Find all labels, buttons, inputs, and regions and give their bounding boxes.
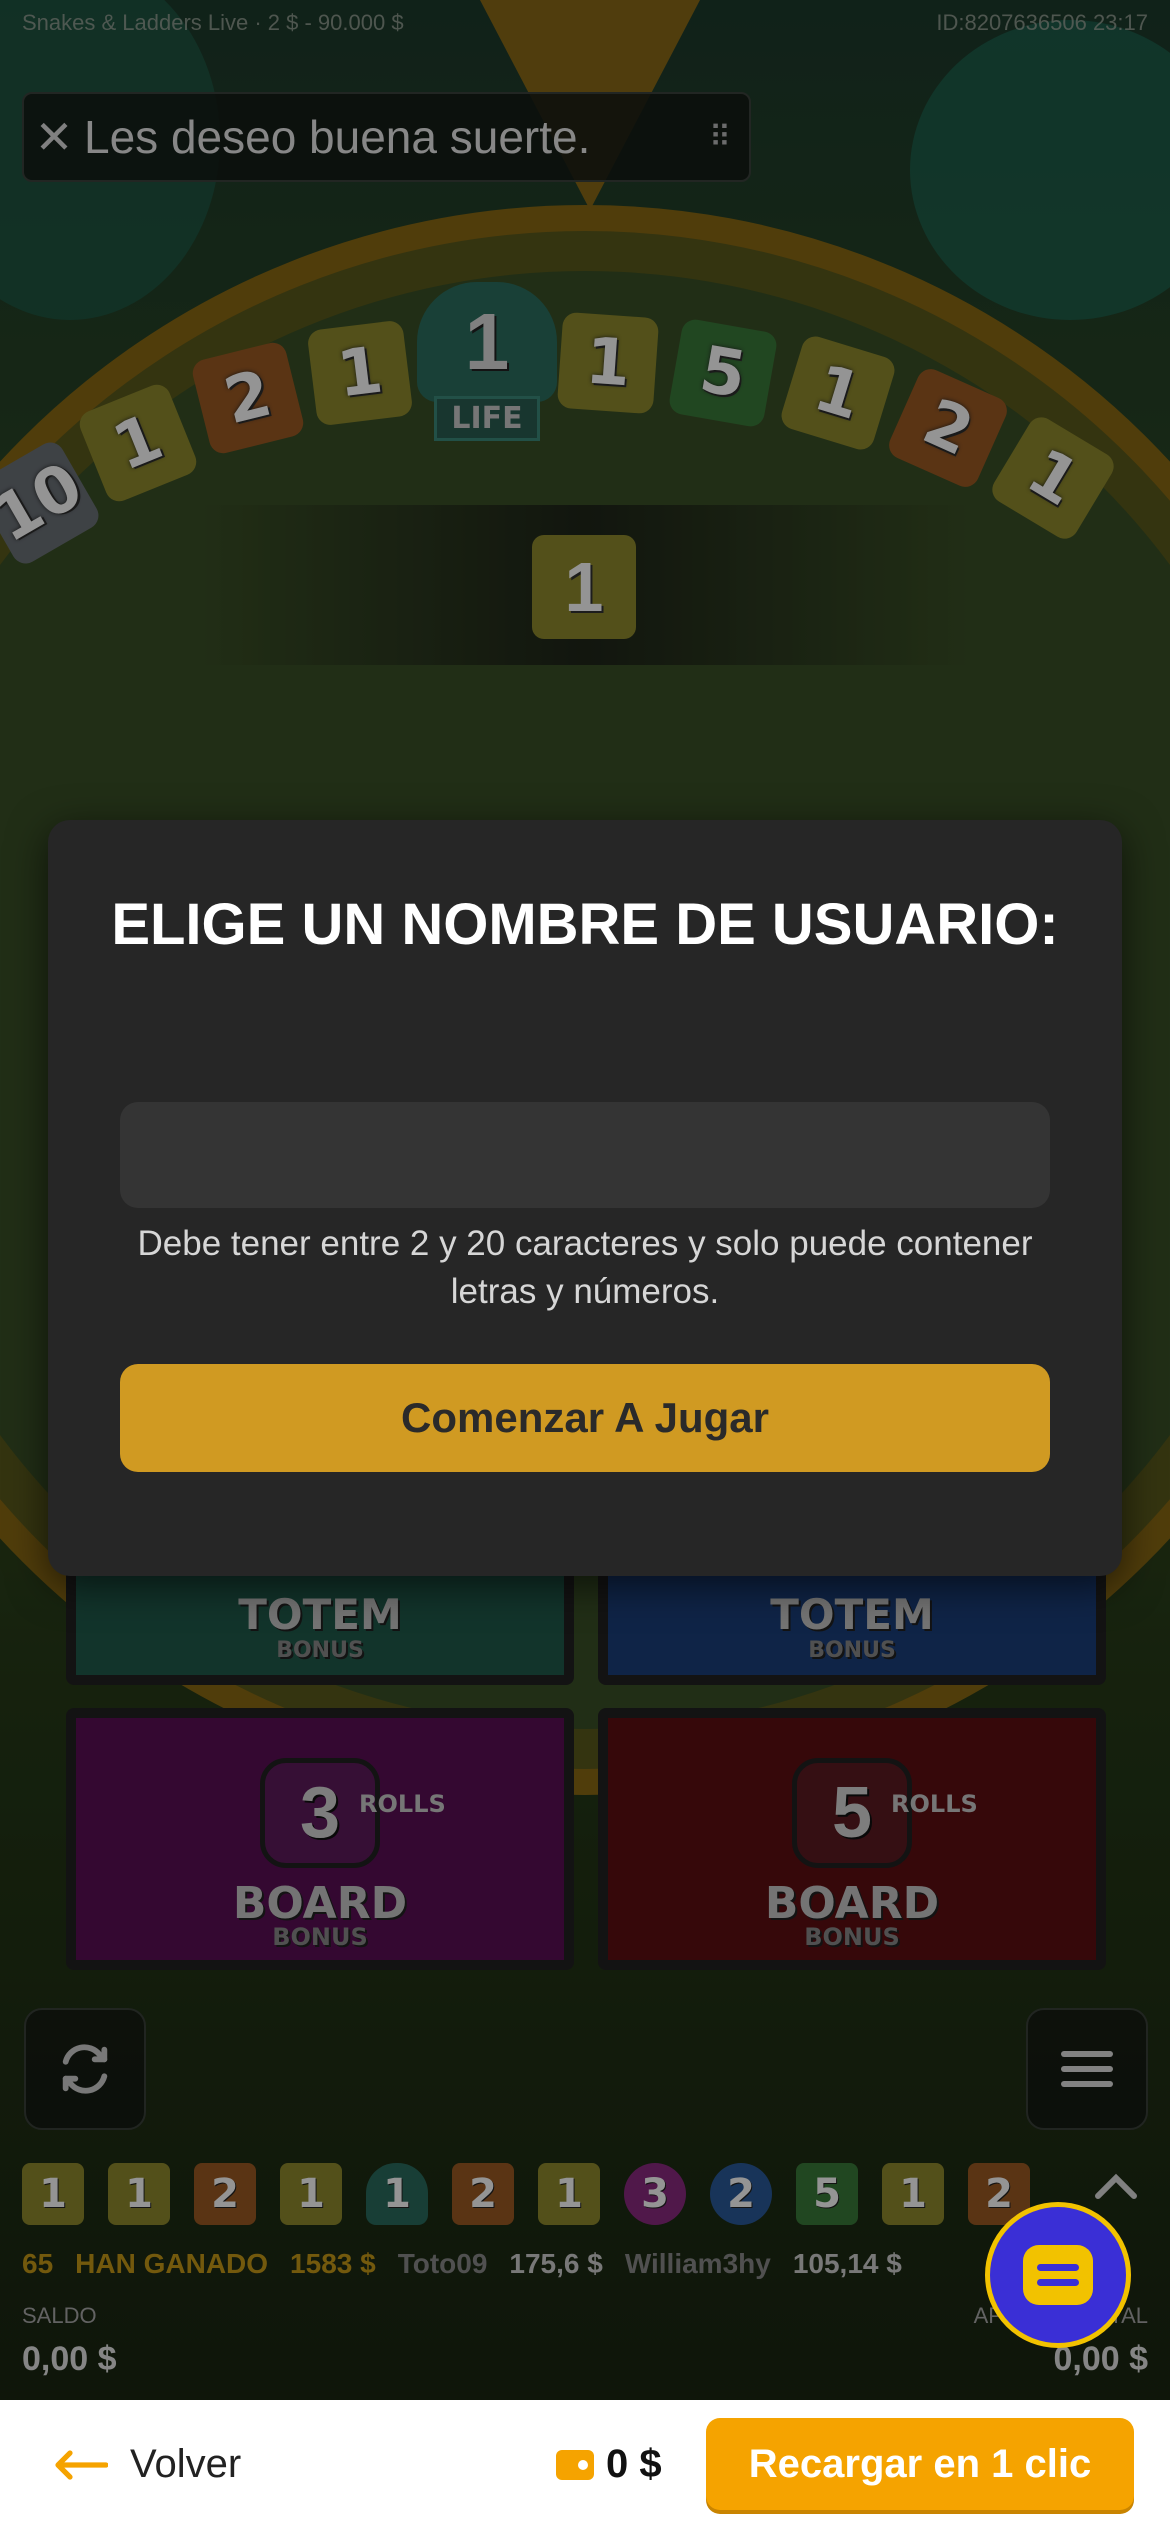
username-hint: Debe tener entre 2 y 20 caracteres y sol… xyxy=(137,1224,1033,1311)
chat-bubble-icon xyxy=(1023,2245,1093,2305)
back-label: Volver xyxy=(130,2442,242,2486)
username-input[interactable] xyxy=(120,1102,1050,1208)
wallet-amount: 0 $ xyxy=(606,2442,662,2486)
bottom-bar: Volver 0 $ Recargar en 1 clic xyxy=(0,2400,1170,2532)
chat-button[interactable] xyxy=(985,2202,1131,2348)
wallet-icon xyxy=(556,2449,594,2480)
username-modal: ELIGE UN NOMBRE DE USUARIO: Debe tener e… xyxy=(48,820,1122,1576)
modal-title: ELIGE UN NOMBRE DE USUARIO: xyxy=(111,892,1059,957)
arrow-left-icon xyxy=(55,2449,108,2480)
wallet-balance: 0 $ xyxy=(556,2442,662,2487)
start-playing-button[interactable]: Comenzar A Jugar xyxy=(120,1364,1050,1472)
recharge-button[interactable]: Recargar en 1 clic xyxy=(706,2418,1134,2510)
back-button[interactable]: Volver xyxy=(52,2442,241,2487)
